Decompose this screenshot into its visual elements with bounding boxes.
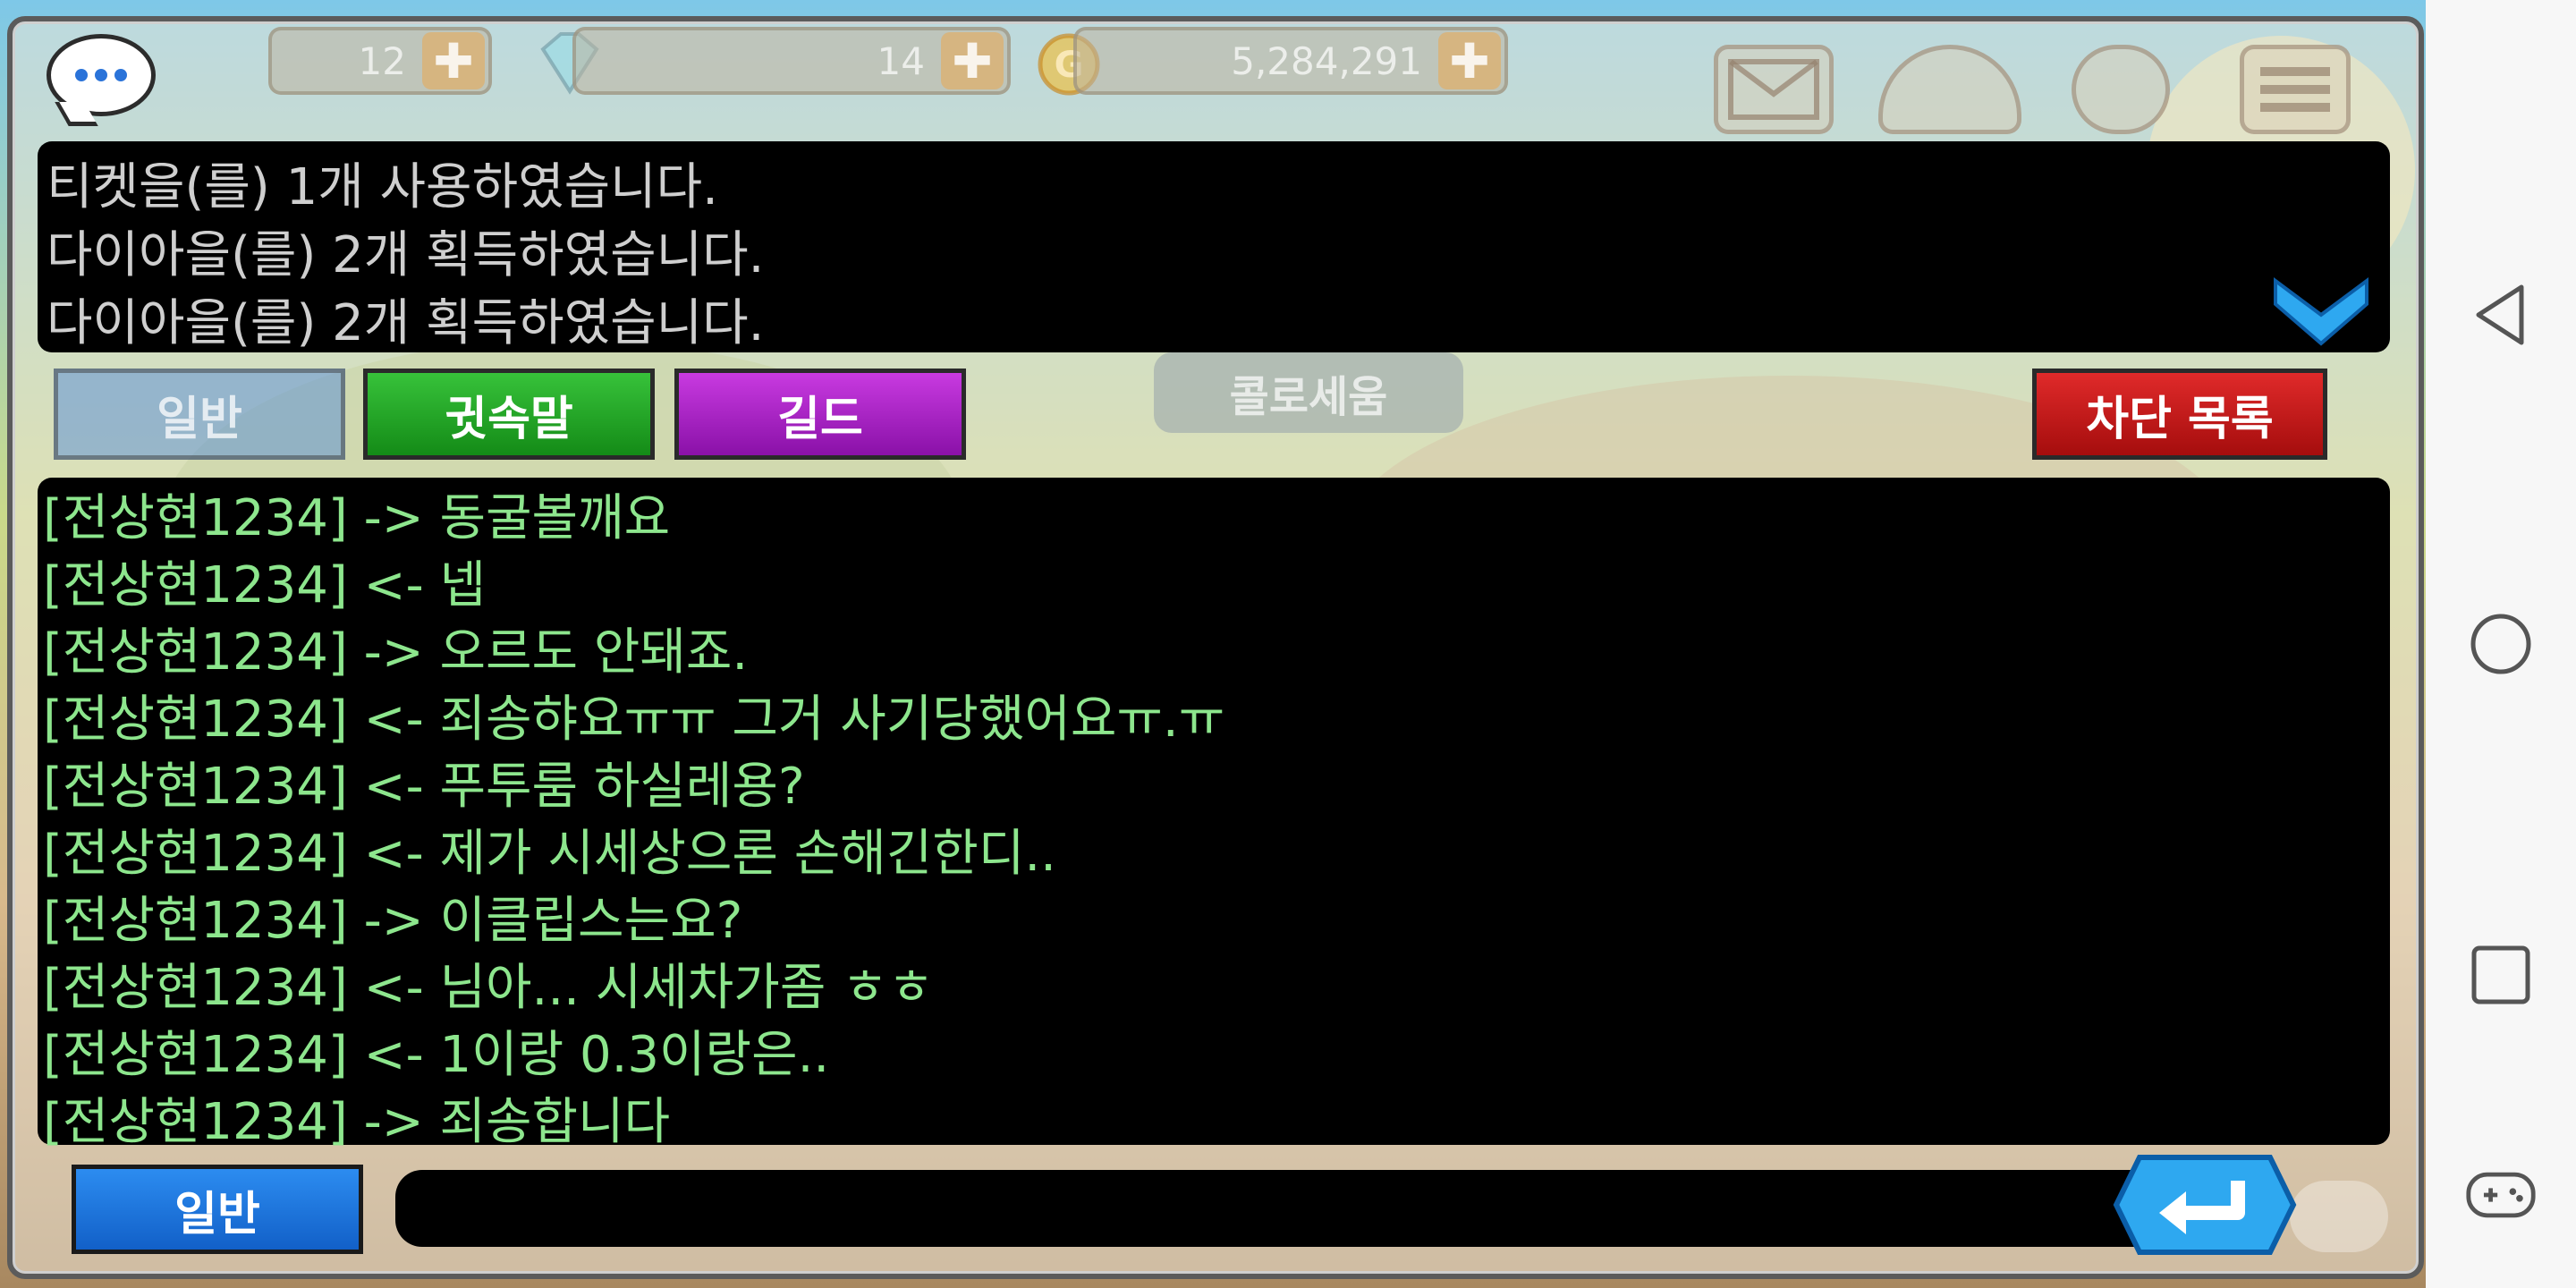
chat-message: [전상현1234] <- 넵	[43, 556, 487, 614]
diamond-counter: 14 ✚	[572, 27, 1011, 95]
system-message: 다이아을(를) 2개 획득하였습니다.	[47, 294, 765, 352]
chat-menu-button[interactable]	[47, 34, 156, 116]
colosseum-sign: 콜로세움	[1154, 352, 1463, 433]
tab-whisper[interactable]: 귓속말	[363, 369, 655, 460]
chat-input[interactable]	[395, 1170, 2184, 1247]
mail-icon[interactable]	[1714, 45, 1834, 134]
dot-icon	[95, 69, 107, 81]
block-list-button[interactable]: 차단 목록	[2032, 369, 2327, 460]
gamepad-icon[interactable]	[2465, 1159, 2537, 1231]
gold-count: 5,284,291	[1231, 38, 1422, 83]
menu-icon[interactable]	[2240, 45, 2351, 134]
chat-mode-button[interactable]: 일반	[72, 1165, 363, 1254]
send-button[interactable]	[2113, 1154, 2297, 1256]
chat-message: [전상현1234] <- 죄송햐요ㅠㅠ 그거 사기당했어요ㅠ.ㅠ	[43, 691, 1225, 749]
chat-message: [전상현1234] -> 동굴볼깨요	[43, 489, 671, 547]
chat-message: [전상현1234] -> 오르도 안돼죠.	[43, 623, 749, 682]
system-message-box: 티켓을(를) 1개 사용하였습니다. 다이아을(를) 2개 획득하였습니다. 다…	[38, 141, 2390, 352]
ticket-count: 12	[358, 38, 406, 83]
chat-message: [전상현1234] <- 푸투룸 하실레용?	[43, 758, 805, 816]
chat-message: [전상현1234] <- 님아... 시세차가좀 ㅎㅎ	[43, 959, 935, 1017]
dot-icon	[75, 69, 88, 81]
chat-message: [전상현1234] -> 이클립스는요?	[43, 892, 743, 950]
add-ticket-button[interactable]: ✚	[422, 32, 485, 89]
dot-icon	[114, 69, 127, 81]
shop-icon[interactable]	[1878, 45, 2021, 134]
tab-guild[interactable]: 길드	[674, 369, 966, 460]
ticket-counter: 12 ✚	[268, 27, 492, 95]
chat-message: [전상현1234] -> 죄송합니다	[43, 1093, 671, 1151]
chat-log[interactable]: [전상현1234] -> 동굴볼깨요 [전상현1234] <- 넵 [전상현12…	[38, 478, 2390, 1151]
chevron-down-icon[interactable]	[2272, 268, 2370, 349]
android-nav-bar	[2426, 0, 2576, 1288]
location-pin-icon[interactable]	[2072, 45, 2170, 134]
chat-message: [전상현1234] <- 1이랑 0.3이랑은..	[43, 1026, 830, 1084]
home-icon[interactable]	[2465, 608, 2537, 680]
gold-counter: 5,284,291 ✚	[1073, 27, 1508, 95]
tab-general[interactable]: 일반	[54, 369, 345, 460]
recent-apps-icon[interactable]	[2465, 939, 2537, 1011]
back-icon[interactable]	[2465, 279, 2537, 351]
chat-bubble-icon	[2290, 1181, 2388, 1252]
top-hud: 12 ✚ 14 ✚ G 5,284,291 ✚	[0, 0, 2426, 134]
system-message: 다이아을(를) 2개 획득하였습니다.	[47, 226, 765, 284]
system-message: 티켓을(를) 1개 사용하였습니다.	[47, 158, 718, 216]
add-diamond-button[interactable]: ✚	[941, 32, 1004, 89]
diamond-count: 14	[877, 38, 925, 83]
add-gold-button[interactable]: ✚	[1438, 32, 1501, 89]
chat-message: [전상현1234] <- 제가 시세상으론 손해긴한디..	[43, 825, 1056, 883]
